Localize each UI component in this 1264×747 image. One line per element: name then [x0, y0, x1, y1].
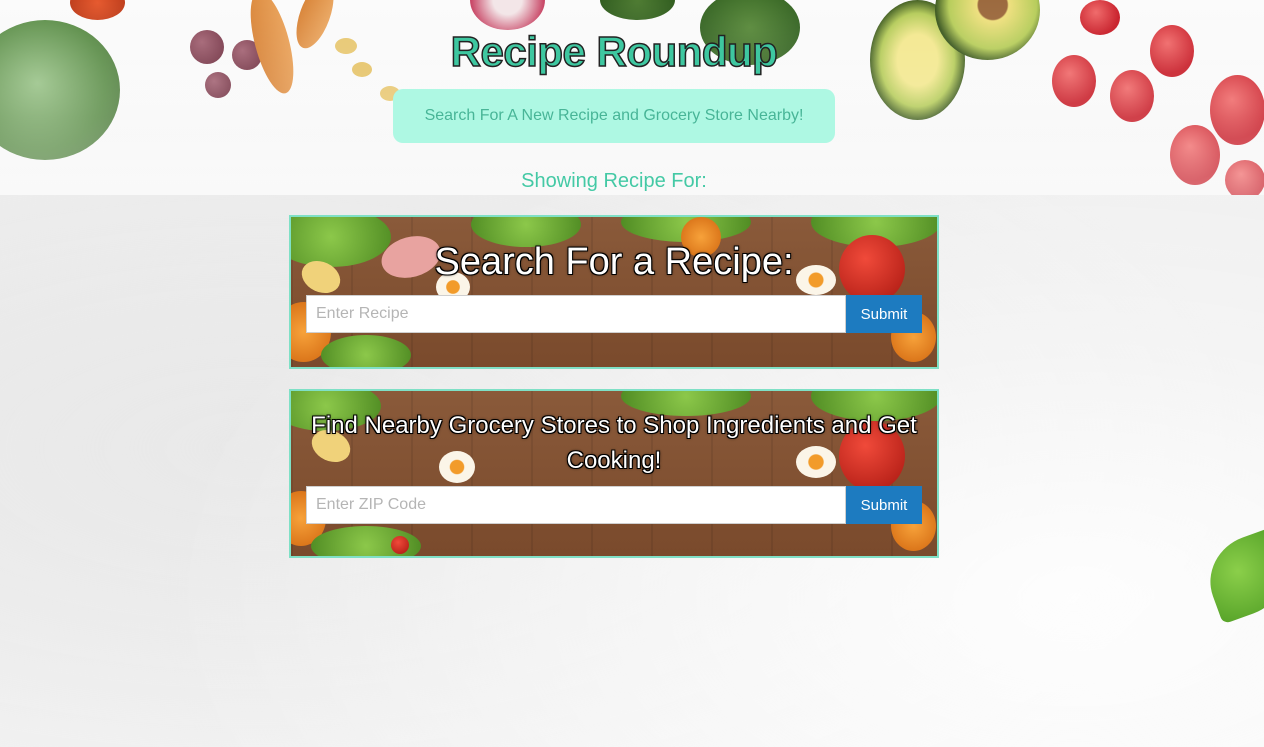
recipe-search-form: Submit: [306, 295, 922, 333]
app-title: Recipe Roundup: [450, 27, 779, 76]
tomato-image: [391, 536, 409, 554]
recipe-search-card: Search For a Recipe: Submit: [289, 215, 939, 369]
grocery-search-form: Submit: [306, 486, 922, 524]
tagline-text: Search For A New Recipe and Grocery Stor…: [424, 107, 804, 124]
recipe-submit-button[interactable]: Submit: [846, 295, 922, 333]
recipe-search-heading: Search For a Recipe:: [434, 241, 794, 283]
lettuce-image: [321, 335, 411, 367]
recipe-search-content: Search For a Recipe: Submit: [291, 217, 937, 333]
grocery-search-card: Find Nearby Grocery Stores to Shop Ingre…: [289, 389, 939, 558]
zip-code-input[interactable]: [306, 486, 846, 524]
grocery-search-heading: Find Nearby Grocery Stores to Shop Ingre…: [311, 412, 917, 474]
showing-recipe-label: Showing Recipe For:: [521, 170, 707, 192]
recipe-search-input[interactable]: [306, 295, 846, 333]
tagline-banner: Search For A New Recipe and Grocery Stor…: [393, 89, 835, 143]
grocery-search-content: Find Nearby Grocery Stores to Shop Ingre…: [291, 391, 937, 524]
grocery-submit-button[interactable]: Submit: [846, 486, 922, 524]
basil-leaf-image: [1197, 526, 1264, 625]
